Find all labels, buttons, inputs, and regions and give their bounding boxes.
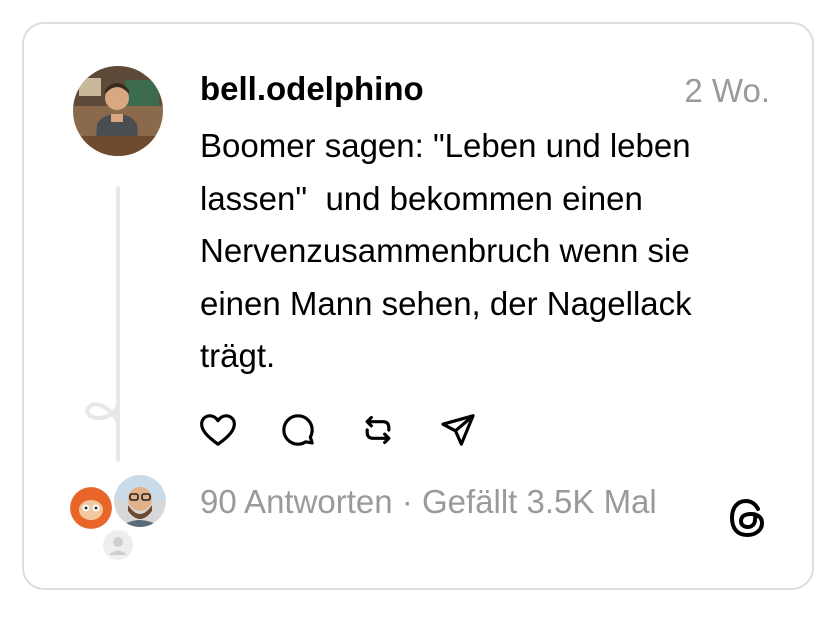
- share-button[interactable]: [436, 408, 480, 452]
- replies-count-link[interactable]: 90 Antworten: [200, 483, 393, 520]
- threads-logo[interactable]: [728, 497, 768, 539]
- author-avatar[interactable]: [73, 66, 163, 156]
- post-timestamp[interactable]: 2 Wo.: [684, 72, 770, 110]
- post-text-line: trägt.: [200, 337, 276, 374]
- reply-button[interactable]: [276, 408, 320, 452]
- threads-logo-icon: [729, 498, 765, 538]
- stats-separator: ·: [392, 483, 422, 520]
- reply-avatar-image: [70, 487, 112, 529]
- like-button[interactable]: [196, 408, 240, 452]
- post-text: Boomer sagen: "Leben und leben lassen" u…: [200, 120, 790, 383]
- author-username[interactable]: bell.odelphino: [200, 70, 424, 108]
- post-text-line: lassen" und bekommen einen: [200, 179, 643, 217]
- post-stats: 90 Antworten · Gefällt 3.5K Mal: [200, 483, 657, 521]
- reply-avatar-placeholder[interactable]: [103, 530, 133, 560]
- repost-button[interactable]: [356, 408, 400, 452]
- comment-icon: [282, 414, 314, 446]
- post-text-line: Boomer sagen: "Leben und leben: [200, 127, 691, 164]
- thread-loop-decoration: [85, 392, 120, 452]
- likes-count-link[interactable]: Gefällt 3.5K Mal: [422, 483, 657, 520]
- reply-avatar[interactable]: [114, 475, 166, 527]
- reply-avatar[interactable]: [70, 487, 112, 529]
- author-avatar-image: [73, 66, 163, 156]
- heart-icon: [200, 414, 236, 446]
- repost-icon: [365, 415, 391, 445]
- user-icon: [103, 530, 133, 560]
- reply-avatar-image: [114, 475, 166, 527]
- post-text-line: Nervenzusammenbruch wenn sie: [200, 232, 690, 269]
- post-text-line: einen Mann sehen, der Nagellack: [200, 284, 692, 322]
- send-icon: [441, 414, 475, 446]
